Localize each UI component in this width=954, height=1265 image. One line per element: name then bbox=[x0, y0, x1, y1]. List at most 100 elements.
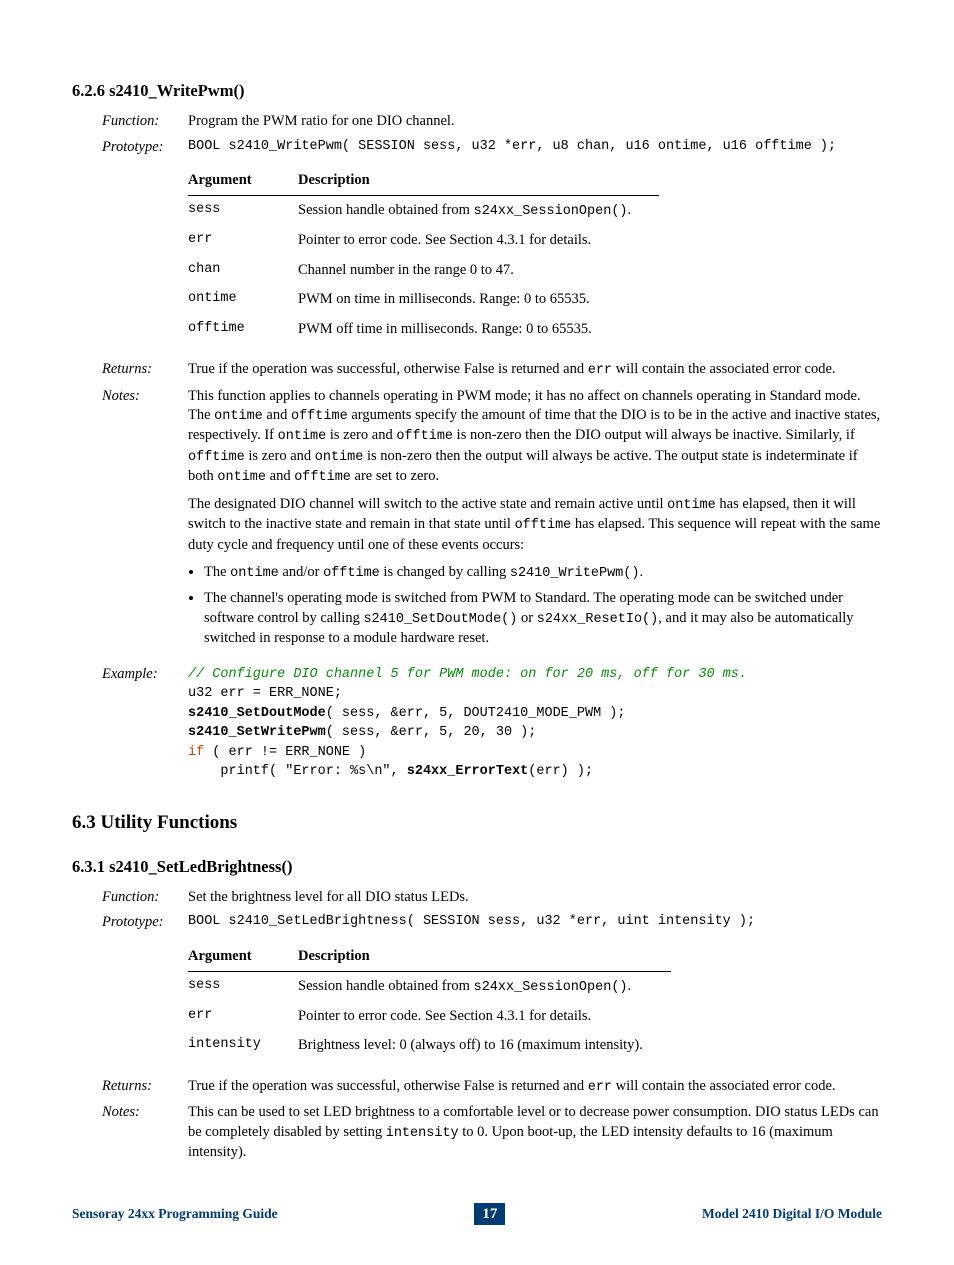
code-line: u32 err = ERR_NONE; bbox=[188, 686, 342, 701]
notes-label: Notes: bbox=[102, 387, 174, 655]
notes-body: This function applies to channels operat… bbox=[188, 387, 882, 655]
heading-631: 6.3.1 s2410_SetLedBrightness() bbox=[72, 856, 882, 878]
txt: offtime bbox=[396, 429, 453, 444]
function-label: Function: bbox=[102, 112, 174, 132]
arg-desc: Session handle obtained from s24xx_Sessi… bbox=[298, 195, 659, 226]
arg-name: err bbox=[188, 226, 298, 256]
arg-desc: Pointer to error code. See Section 4.3.1… bbox=[298, 1002, 671, 1032]
code-comment: // Configure DIO channel 5 for PWM mode:… bbox=[188, 667, 747, 682]
txt: ontime bbox=[315, 450, 364, 465]
txt: offtime bbox=[291, 409, 348, 424]
returns-entry-631: Returns: True if the operation was succe… bbox=[102, 1077, 882, 1097]
arg-row-chan: chan Channel number in the range 0 to 47… bbox=[188, 256, 659, 286]
argtable-spacer bbox=[102, 163, 174, 346]
txt: ontime bbox=[667, 498, 716, 513]
heading-626: 6.2.6 s2410_WritePwm() bbox=[72, 80, 882, 102]
returns-entry-626: Returns: True if the operation was succe… bbox=[102, 360, 882, 380]
th-argument: Argument bbox=[188, 943, 298, 971]
notes-bullets: The ontime and/or offtime is changed by … bbox=[188, 563, 882, 649]
notes-label: Notes: bbox=[102, 1103, 174, 1162]
txt: . bbox=[628, 978, 632, 994]
arg-name: sess bbox=[188, 195, 298, 226]
txt: intensity bbox=[386, 1126, 459, 1141]
returns-text: True if the operation was successful, ot… bbox=[188, 1077, 882, 1097]
txt: . bbox=[628, 202, 632, 218]
th-argument: Argument bbox=[188, 167, 298, 195]
txt: . bbox=[639, 564, 643, 580]
page-footer: Sensoray 24xx Programming Guide 17 Model… bbox=[72, 1203, 882, 1225]
prototype-code: BOOL s2410_WritePwm( SESSION sess, u32 *… bbox=[188, 138, 882, 158]
function-text: Set the brightness level for all DIO sta… bbox=[188, 888, 882, 908]
code-line: ( err != ERR_NONE ) bbox=[204, 745, 366, 760]
argtable-entry-626: Argument Description sess Session handle… bbox=[102, 163, 882, 346]
txt: s24xx_SessionOpen() bbox=[474, 980, 628, 995]
txt: offtime bbox=[188, 450, 245, 465]
arg-name: ontime bbox=[188, 285, 298, 315]
prototype-entry-631: Prototype: BOOL s2410_SetLedBrightness( … bbox=[102, 913, 882, 933]
txt: ontime bbox=[278, 429, 327, 444]
example-entry-626: Example: // Configure DIO channel 5 for … bbox=[102, 665, 882, 782]
arg-name: chan bbox=[188, 256, 298, 286]
heading-63: 6.3 Utility Functions bbox=[72, 810, 882, 836]
notes-entry-631: Notes: This can be used to set LED brigh… bbox=[102, 1103, 882, 1162]
function-entry-631: Function: Set the brightness level for a… bbox=[102, 888, 882, 908]
arg-name: offtime bbox=[188, 315, 298, 345]
function-entry-626: Function: Program the PWM ratio for one … bbox=[102, 112, 882, 132]
argtable-631: Argument Description sess Session handle… bbox=[188, 943, 671, 1061]
txt: Session handle obtained from bbox=[298, 202, 474, 218]
arg-name: err bbox=[188, 1002, 298, 1032]
txt: is changed by calling bbox=[380, 564, 510, 580]
arg-row-ontime: ontime PWM on time in milliseconds. Rang… bbox=[188, 285, 659, 315]
txt: and bbox=[266, 468, 294, 484]
returns-label: Returns: bbox=[102, 1077, 174, 1097]
prototype-label: Prototype: bbox=[102, 138, 174, 158]
arg-row-offtime: offtime PWM off time in milliseconds. Ra… bbox=[188, 315, 659, 345]
txt: The designated DIO channel will switch t… bbox=[188, 496, 667, 512]
txt: and/or bbox=[279, 564, 323, 580]
bullet-1: The ontime and/or offtime is changed by … bbox=[204, 563, 882, 583]
arg-row-err: err Pointer to error code. See Section 4… bbox=[188, 226, 659, 256]
code-fn: s24xx_ErrorText bbox=[407, 764, 529, 779]
code-line: ( sess, &err, 5, DOUT2410_MODE_PWM ); bbox=[326, 706, 626, 721]
arg-desc: Channel number in the range 0 to 47. bbox=[298, 256, 659, 286]
arg-row-err: err Pointer to error code. See Section 4… bbox=[188, 1002, 671, 1032]
bullet-2: The channel's operating mode is switched… bbox=[204, 589, 882, 648]
arg-row-sess: sess Session handle obtained from s24xx_… bbox=[188, 195, 659, 226]
function-label: Function: bbox=[102, 888, 174, 908]
txt: ontime bbox=[217, 470, 266, 485]
notes-text: This can be used to set LED brightness t… bbox=[188, 1103, 882, 1162]
txt: offtime bbox=[323, 566, 380, 581]
arg-desc: Brightness level: 0 (always off) to 16 (… bbox=[298, 1031, 671, 1061]
arg-row-sess: sess Session handle obtained from s24xx_… bbox=[188, 971, 671, 1002]
th-description: Description bbox=[298, 943, 671, 971]
txt: s2410_WritePwm() bbox=[510, 566, 640, 581]
arg-row-intensity: intensity Brightness level: 0 (always of… bbox=[188, 1031, 671, 1061]
footer-right: Model 2410 Digital I/O Module bbox=[702, 1205, 882, 1223]
prototype-entry-626: Prototype: BOOL s2410_WritePwm( SESSION … bbox=[102, 138, 882, 158]
code-kw: if bbox=[188, 745, 204, 760]
txt: Session handle obtained from bbox=[298, 978, 474, 994]
arg-desc: PWM on time in milliseconds. Range: 0 to… bbox=[298, 285, 659, 315]
txt: will contain the associated error code. bbox=[612, 1078, 835, 1094]
th-description: Description bbox=[298, 167, 659, 195]
code-line: ( sess, &err, 5, 20, 30 ); bbox=[326, 725, 537, 740]
txt: s24xx_SessionOpen() bbox=[474, 204, 628, 219]
arg-desc: Pointer to error code. See Section 4.3.1… bbox=[298, 226, 659, 256]
txt: s2410_SetDoutMode() bbox=[363, 612, 517, 627]
notes-p2: The designated DIO channel will switch t… bbox=[188, 495, 882, 555]
txt: The bbox=[204, 564, 230, 580]
argtable-entry-631: Argument Description sess Session handle… bbox=[102, 939, 882, 1063]
txt: is zero and bbox=[326, 427, 396, 443]
argtable-spacer bbox=[102, 939, 174, 1063]
txt: will contain the associated error code. bbox=[612, 361, 835, 377]
txt: offtime bbox=[294, 470, 351, 485]
arg-name: sess bbox=[188, 971, 298, 1002]
code-fn: s2410_SetWritePwm bbox=[188, 725, 326, 740]
code-line: printf( "Error: %s\n", bbox=[188, 764, 407, 779]
txt: err bbox=[588, 1080, 612, 1095]
arg-name: intensity bbox=[188, 1031, 298, 1061]
txt: and bbox=[263, 407, 291, 423]
code-fn: s2410_SetDoutMode bbox=[188, 706, 326, 721]
notes-entry-626: Notes: This function applies to channels… bbox=[102, 387, 882, 655]
txt: offtime bbox=[515, 518, 572, 533]
